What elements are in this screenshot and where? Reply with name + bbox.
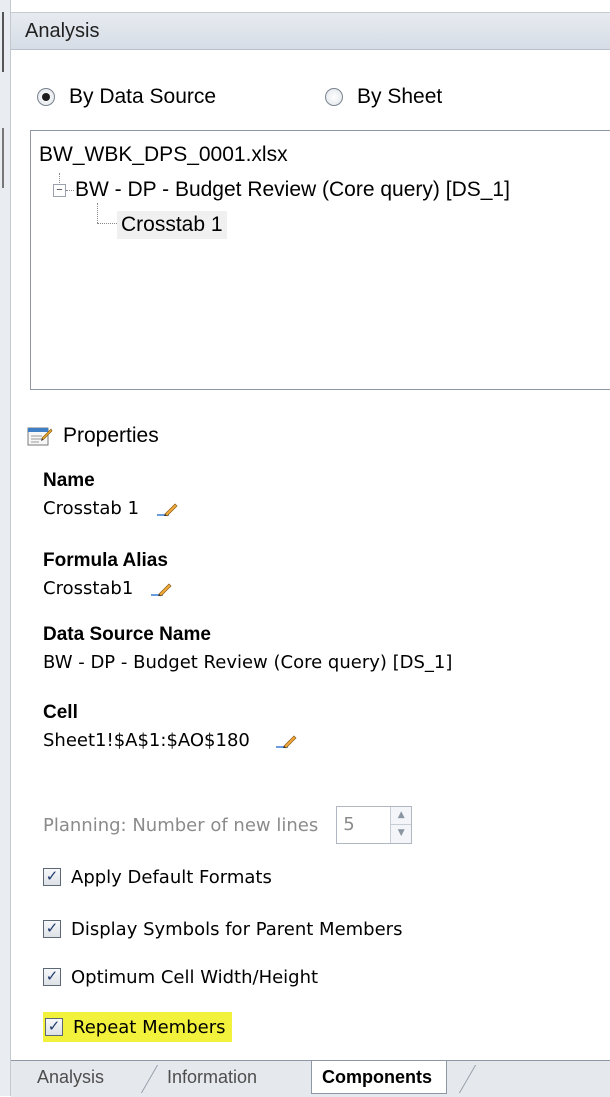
radio-label: By Data Source xyxy=(69,85,217,108)
tree-connector xyxy=(97,203,98,223)
data-source-name-value: BW - DP - Budget Review (Core query) [DS… xyxy=(43,652,453,673)
formula-alias-row: Crosstab1 xyxy=(43,578,173,599)
tab-components[interactable]: Components xyxy=(311,1061,447,1094)
data-source-name-label: Data Source Name xyxy=(43,624,211,645)
tree-node-crosstab[interactable]: Crosstab 1 xyxy=(117,211,227,239)
tab-separator xyxy=(140,1065,159,1093)
radio-label: By Sheet xyxy=(357,85,443,108)
cell-label: Cell xyxy=(43,702,78,723)
radio-by-data-source[interactable]: By Data Source xyxy=(37,84,216,110)
tab-separator xyxy=(458,1065,477,1093)
checkbox-checked-icon[interactable]: ✓ xyxy=(43,920,61,938)
checkbox-apply-default-formats[interactable]: ✓ Apply Default Formats xyxy=(43,862,272,892)
planning-label: Planning: Number of new lines xyxy=(43,814,319,836)
formula-alias-label: Formula Alias xyxy=(43,550,168,571)
tree-node-file[interactable]: BW_WBK_DPS_0001.xlsx xyxy=(39,143,288,167)
properties-icon xyxy=(25,424,53,448)
stepper-down-icon[interactable]: ▼ xyxy=(391,825,411,842)
planning-lines-value[interactable]: 5 xyxy=(343,814,354,835)
edge-mark xyxy=(2,128,4,188)
name-label: Name xyxy=(43,470,95,491)
radio-by-sheet[interactable]: By Sheet xyxy=(325,84,442,110)
edit-pencil-icon[interactable] xyxy=(157,501,179,517)
checkbox-repeat-members[interactable]: ✓ Repeat Members xyxy=(43,1012,232,1042)
edit-pencil-icon[interactable] xyxy=(151,581,173,597)
name-value-row: Crosstab 1 xyxy=(43,498,179,519)
panel-title: Analysis xyxy=(25,20,100,42)
tab-analysis[interactable]: Analysis xyxy=(37,1061,104,1093)
properties-header: Properties xyxy=(25,420,159,452)
checkbox-checked-icon[interactable]: ✓ xyxy=(43,968,61,986)
checkbox-display-symbols[interactable]: ✓ Display Symbols for Parent Members xyxy=(43,914,402,944)
collapse-icon[interactable]: − xyxy=(53,184,66,197)
tab-information[interactable]: Information xyxy=(167,1061,257,1093)
checkbox-checked-icon[interactable]: ✓ xyxy=(45,1018,63,1036)
name-value: Crosstab 1 xyxy=(43,498,140,519)
tree-connector xyxy=(97,223,117,224)
checkbox-label: Repeat Members xyxy=(73,1016,226,1038)
planning-new-lines-row: Planning: Number of new lines 5 ▲ ▼ xyxy=(43,806,413,844)
stepper-up-icon[interactable]: ▲ xyxy=(391,807,412,825)
checkbox-label: Display Symbols for Parent Members xyxy=(71,918,403,940)
checkbox-checked-icon[interactable]: ✓ xyxy=(43,868,61,886)
stepper-buttons[interactable]: ▲ ▼ xyxy=(390,807,412,843)
panel-title-bar: Analysis xyxy=(11,12,610,50)
formula-alias-value: Crosstab1 xyxy=(43,578,134,599)
checkbox-label: Apply Default Formats xyxy=(71,866,272,888)
planning-lines-stepper[interactable]: 5 ▲ ▼ xyxy=(336,806,413,844)
checkbox-label: Optimum Cell Width/Height xyxy=(71,966,319,988)
cell-value: Sheet1!$A$1:$AO$180 xyxy=(43,730,250,751)
cell-value-row: Sheet1!$A$1:$AO$180 xyxy=(43,730,298,751)
properties-title: Properties xyxy=(63,424,159,447)
tree-node-query[interactable]: BW - DP - Budget Review (Core query) [DS… xyxy=(75,178,510,202)
edge-mark xyxy=(2,12,4,72)
edit-pencil-icon[interactable] xyxy=(275,733,298,749)
radio-unchecked-icon[interactable] xyxy=(325,88,343,106)
radio-checked-icon[interactable] xyxy=(37,88,55,106)
checkbox-optimum-cell-size[interactable]: ✓ Optimum Cell Width/Height xyxy=(43,962,318,992)
data-source-tree[interactable]: BW_WBK_DPS_0001.xlsx − BW - DP - Budget … xyxy=(30,130,610,390)
analysis-panel: Analysis By Data Source By Sheet BW_WBK_… xyxy=(10,0,610,1097)
bottom-tab-strip: Analysis Information Components xyxy=(11,1060,610,1097)
tree-connector xyxy=(66,190,74,191)
